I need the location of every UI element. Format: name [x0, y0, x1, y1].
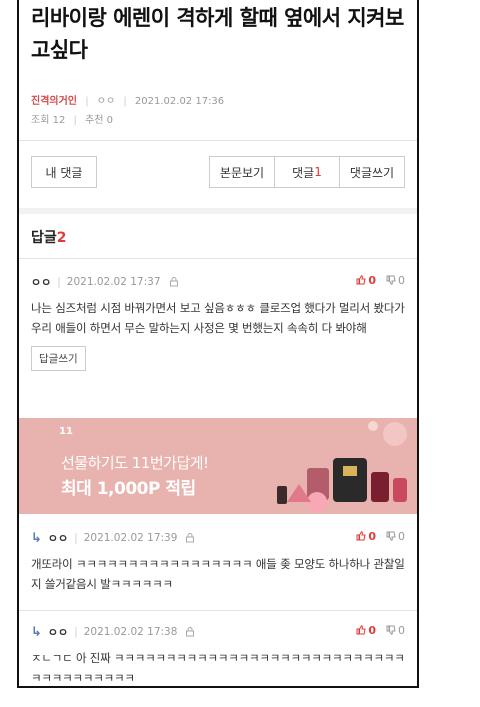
post-author[interactable]: 진격의거인 — [31, 96, 77, 107]
downvote-count: 0 — [398, 530, 405, 543]
post-title: 리바이랑 에렌이 격하게 할때 옆에서 지켜보고싶다 — [31, 6, 404, 62]
write-reply-button[interactable]: 답글쓰기 — [31, 346, 86, 371]
meta-separator: | — [74, 626, 78, 638]
post-recommends: 추천 0 — [85, 115, 114, 126]
write-comment-button[interactable]: 댓글쓰기 — [340, 157, 404, 187]
comment-body: ㅈㄴㄱㄷ 아 진짜 ㅋㅋㅋㅋㅋㅋㅋㅋㅋㅋㅋㅋㅋㅋㅋㅋㅋㅋㅋㅋㅋㅋㅋㅋㅋㅋㅋㅋㅋㅋ… — [31, 651, 405, 685]
comment-votes: 0 0 — [356, 530, 405, 543]
reply-arrow-icon: ↳ — [31, 624, 42, 640]
comment-item: ↳ ㅇㅇ | 2021.02.02 17:38 0 0 ㅈㄴㄱㄷ 아 진짜 ㅋㅋ… — [19, 624, 417, 686]
post-toolbar: 내 댓글 본문보기 댓글 1 댓글쓰기 — [31, 156, 405, 188]
upvote-button[interactable]: 0 — [356, 624, 376, 637]
comment-body: 개또라이 ㅋㅋㅋㅋㅋㅋㅋㅋㅋㅋㅋㅋㅋㅋㅋㅋㅋ 애들 좆 모양도 하나하나 관찰일… — [31, 557, 405, 591]
gift-products-illustration — [277, 421, 407, 512]
replies-count: 2 — [56, 230, 67, 246]
meta-separator: | — [74, 532, 78, 544]
post-stats: 조회 12 | 추천 0 — [19, 107, 417, 126]
ad-banner[interactable]: 11 선물하기도 11번가답게! 최대 1,000P 적립 — [19, 418, 417, 514]
meta-separator: | — [57, 276, 61, 288]
downvote-count: 0 — [398, 624, 405, 637]
brand-logo: 11 — [59, 426, 73, 437]
post-views: 조회 12 — [31, 115, 66, 126]
meta-separator: | — [73, 115, 77, 126]
meta-separator: | — [85, 96, 89, 107]
downvote-button[interactable]: 0 — [386, 624, 405, 637]
comment-header: ↳ ㅇㅇ | 2021.02.02 17:38 0 0 — [31, 624, 405, 640]
thumb-up-icon — [356, 531, 366, 541]
divider — [19, 610, 417, 611]
downvote-button[interactable]: 0 — [386, 274, 405, 287]
comment-datetime: 2021.02.02 17:38 — [83, 626, 178, 638]
view-body-button[interactable]: 본문보기 — [210, 157, 275, 187]
thumb-up-icon — [356, 275, 366, 285]
downvote-button[interactable]: 0 — [386, 530, 405, 543]
comment-nick: ㅇㅇ — [47, 626, 69, 639]
replies-header: 답글2 — [31, 227, 67, 247]
upvote-count: 0 — [368, 624, 376, 637]
meta-separator: | — [123, 96, 127, 107]
downvote-count: 0 — [398, 274, 405, 287]
banner-subheadline: 최대 1,000P 적립 — [61, 479, 196, 499]
section-divider — [19, 208, 417, 214]
comment-votes: 0 0 — [356, 624, 405, 637]
upvote-count: 0 — [368, 530, 376, 543]
comments-button[interactable]: 댓글 1 — [275, 157, 340, 187]
comment-item: ㅇㅇ | 2021.02.02 17:37 0 0 나는 심즈처럼 시점 바꿔가… — [19, 274, 417, 371]
mobile-frame: 리바이랑 에렌이 격하게 할때 옆에서 지켜보고싶다 진격의거인 | ㅇㅇ | … — [17, 0, 419, 688]
comment-item: ↳ ㅇㅇ | 2021.02.02 17:39 0 0 개또라이 ㅋㅋㅋㅋㅋㅋㅋ… — [19, 530, 417, 594]
thumb-down-icon — [386, 531, 396, 541]
comment-nick: ㅇㅇ — [31, 276, 52, 289]
upvote-button[interactable]: 0 — [356, 530, 376, 543]
post-action-group: 본문보기 댓글 1 댓글쓰기 — [209, 156, 405, 188]
comment-header: ㅇㅇ | 2021.02.02 17:37 0 0 — [31, 274, 405, 290]
divider — [19, 140, 417, 141]
comment-body: 나는 심즈처럼 시점 바꿔가면서 보고 싶음ㅎㅎㅎ 클로즈업 했다가 멀리서 봤… — [31, 301, 405, 335]
comment-datetime: 2021.02.02 17:39 — [83, 532, 178, 544]
post-nickname: ㅇㅇ — [96, 96, 116, 107]
thumb-down-icon — [386, 275, 396, 285]
thumb-down-icon — [386, 625, 396, 635]
report-icon[interactable] — [185, 627, 195, 637]
report-icon[interactable] — [169, 277, 179, 287]
upvote-count: 0 — [368, 274, 376, 287]
upvote-button[interactable]: 0 — [356, 274, 376, 287]
comments-count: 1 — [314, 165, 322, 179]
replies-label: 답글 — [31, 230, 57, 246]
report-icon[interactable] — [185, 533, 195, 543]
post-meta: 진격의거인 | ㅇㅇ | 2021.02.02 17:36 — [19, 66, 417, 107]
post-datetime: 2021.02.02 17:36 — [134, 96, 225, 107]
comment-datetime: 2021.02.02 17:37 — [66, 276, 161, 288]
comments-label: 댓글 — [292, 165, 315, 180]
comment-votes: 0 0 — [356, 274, 405, 287]
my-comments-button[interactable]: 내 댓글 — [31, 156, 97, 188]
comment-nick: ㅇㅇ — [47, 532, 69, 545]
thumb-up-icon — [356, 625, 366, 635]
banner-headline: 선물하기도 11번가답게! — [61, 454, 209, 472]
reply-arrow-icon: ↳ — [31, 530, 42, 546]
comment-header: ↳ ㅇㅇ | 2021.02.02 17:39 0 0 — [31, 530, 405, 546]
divider — [19, 258, 417, 259]
